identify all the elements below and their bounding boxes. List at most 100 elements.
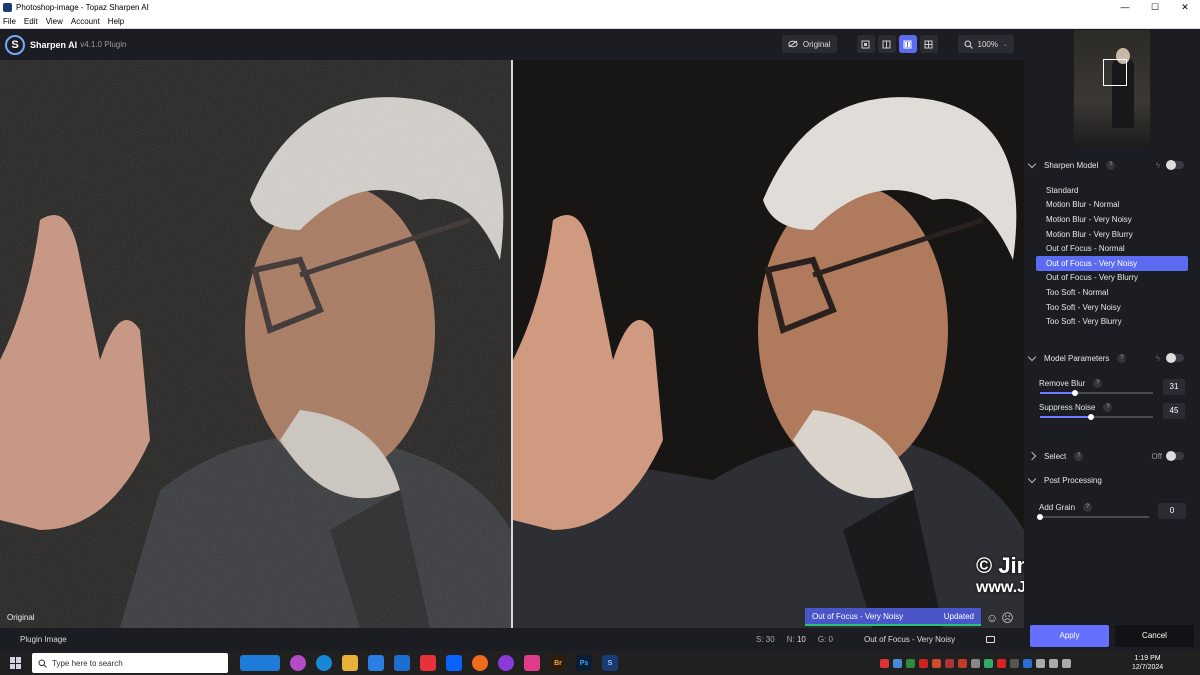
- remove-blur-label: Remove Blur: [1039, 379, 1086, 388]
- minimize-button[interactable]: —: [1110, 0, 1140, 14]
- bridge-icon[interactable]: Br: [550, 655, 566, 671]
- store-icon[interactable]: [368, 655, 384, 671]
- auto-bolt-icon[interactable]: ϟ: [1156, 161, 1160, 170]
- model-motion-blur-very-noisy[interactable]: Motion Blur - Very Noisy: [1036, 212, 1188, 227]
- tray-icon[interactable]: [997, 658, 1006, 668]
- instagram-icon[interactable]: [524, 655, 540, 671]
- battery-icon[interactable]: [1062, 658, 1071, 668]
- plugin-image-label: Plugin Image: [20, 635, 67, 644]
- infinity-app-icon[interactable]: [498, 655, 514, 671]
- tray-icon[interactable]: [919, 658, 928, 668]
- help-icon[interactable]: ?: [1117, 353, 1127, 363]
- taskbar-search[interactable]: Type here to search: [32, 653, 228, 673]
- suppress-noise-value[interactable]: 45: [1163, 403, 1185, 419]
- side-by-side-view-button[interactable]: [898, 35, 917, 53]
- model-too-soft-normal[interactable]: Too Soft - Normal: [1036, 285, 1188, 300]
- select-toggle[interactable]: [1166, 451, 1184, 461]
- menu-help[interactable]: Help: [104, 17, 128, 26]
- file-explorer-icon[interactable]: [342, 655, 358, 671]
- menu-view[interactable]: View: [42, 17, 67, 26]
- ship-widget-icon[interactable]: [240, 655, 280, 671]
- sharpen-ai-taskbar-icon[interactable]: S: [602, 655, 618, 671]
- tray-icon[interactable]: [893, 658, 902, 668]
- close-button[interactable]: ✕: [1170, 0, 1200, 14]
- app-version: v4.1.0 Plugin: [80, 40, 127, 49]
- single-view-button[interactable]: [856, 35, 875, 53]
- suppress-noise-slider-handle[interactable]: [1087, 414, 1094, 420]
- help-icon[interactable]: ?: [1103, 403, 1113, 412]
- add-grain-value[interactable]: 0: [1158, 503, 1186, 519]
- remove-blur-slider[interactable]: [1040, 390, 1153, 396]
- menu-account[interactable]: Account: [67, 17, 104, 26]
- help-icon[interactable]: ?: [1074, 451, 1084, 461]
- model-motion-blur-normal[interactable]: Motion Blur - Normal: [1036, 198, 1188, 213]
- original-preview[interactable]: Original: [0, 60, 511, 628]
- tray-icon[interactable]: [932, 658, 941, 668]
- model-parameters-auto-toggle[interactable]: [1166, 353, 1184, 363]
- chevron-down-icon: [1027, 474, 1037, 483]
- single-view-icon: [861, 40, 870, 48]
- network-icon[interactable]: [1036, 658, 1045, 668]
- tray-icon[interactable]: [971, 658, 980, 668]
- maximize-button[interactable]: ☐: [1140, 0, 1170, 14]
- firefox-icon[interactable]: [472, 655, 488, 671]
- copilot-icon[interactable]: [290, 655, 306, 671]
- model-too-soft-very-noisy[interactable]: Too Soft - Very Noisy: [1036, 300, 1188, 315]
- remove-blur-slider-handle[interactable]: [1072, 390, 1079, 396]
- tray-icon[interactable]: [1010, 658, 1019, 668]
- image-viewer[interactable]: Original Out of Focus - Very Noisy Updat…: [0, 60, 1024, 628]
- help-icon[interactable]: ?: [1106, 160, 1116, 170]
- model-standard[interactable]: Standard: [1036, 183, 1188, 198]
- taskbar-search-placeholder: Type here to search: [52, 658, 123, 668]
- sharpen-model-header[interactable]: Sharpen Model ? ϟ: [1024, 158, 1200, 172]
- show-original-button[interactable]: Original: [781, 35, 837, 53]
- menu-edit[interactable]: Edit: [20, 17, 42, 26]
- model-too-soft-very-blurry[interactable]: Too Soft - Very Blurry: [1036, 314, 1188, 329]
- model-out-of-focus-normal[interactable]: Out of Focus - Normal: [1036, 241, 1188, 256]
- add-grain-slider-handle[interactable]: [1037, 514, 1043, 520]
- suppress-noise-slider[interactable]: [1040, 414, 1153, 420]
- mail-icon[interactable]: [394, 655, 410, 671]
- processed-preview[interactable]: [513, 60, 1024, 628]
- zoom-level: 100%: [977, 39, 998, 49]
- model-motion-blur-very-blurry[interactable]: Motion Blur - Very Blurry: [1036, 227, 1188, 242]
- photoshop-icon[interactable]: Ps: [576, 655, 592, 671]
- navigator-thumbnail[interactable]: [1074, 30, 1150, 148]
- cancel-button[interactable]: Cancel: [1115, 624, 1194, 647]
- help-icon[interactable]: ?: [1083, 503, 1093, 512]
- post-processing-header[interactable]: Post Processing: [1024, 473, 1200, 487]
- volume-icon[interactable]: [1049, 658, 1058, 668]
- tray-icon[interactable]: [945, 658, 954, 668]
- taskbar-clock[interactable]: 1:19 PM 12/7/2024: [1132, 654, 1163, 672]
- model-parameters-header[interactable]: Model Parameters ? ϟ: [1024, 351, 1200, 365]
- tray-icon[interactable]: [880, 658, 889, 668]
- bluetooth-icon[interactable]: [1023, 658, 1032, 668]
- quad-view-button[interactable]: [919, 35, 938, 53]
- model-out-of-focus-very-noisy[interactable]: Out of Focus - Very Noisy: [1036, 255, 1188, 271]
- red-app-icon[interactable]: [420, 655, 436, 671]
- sad-face-icon[interactable]: ☹: [1001, 611, 1014, 625]
- happy-face-icon[interactable]: ☺: [986, 611, 998, 625]
- auto-bolt-icon[interactable]: ϟ: [1156, 354, 1160, 363]
- windows-start-icon[interactable]: [10, 657, 22, 669]
- edge-icon[interactable]: [316, 655, 332, 671]
- model-list: Standard Motion Blur - Normal Motion Blu…: [1036, 183, 1188, 329]
- preview-toggle-icon[interactable]: [986, 636, 995, 643]
- select-header[interactable]: Select ? Off: [1024, 449, 1200, 463]
- select-title: Select: [1044, 451, 1067, 461]
- original-label: Original: [7, 613, 35, 622]
- menu-file[interactable]: File: [0, 17, 20, 26]
- navigator-viewport-box[interactable]: [1103, 59, 1127, 86]
- sharpen-model-auto-toggle[interactable]: [1166, 160, 1184, 170]
- model-out-of-focus-very-blurry[interactable]: Out of Focus - Very Blurry: [1036, 271, 1188, 286]
- add-grain-slider[interactable]: [1037, 514, 1149, 520]
- remove-blur-value[interactable]: 31: [1163, 379, 1185, 395]
- apply-button[interactable]: Apply: [1030, 624, 1109, 647]
- zoom-dropdown[interactable]: 100% ⌄: [957, 35, 1014, 53]
- tray-icon[interactable]: [984, 658, 993, 668]
- tray-icon[interactable]: [906, 658, 915, 668]
- dropbox-icon[interactable]: [446, 655, 462, 671]
- split-view-button[interactable]: [877, 35, 896, 53]
- tray-icon[interactable]: [958, 658, 967, 668]
- help-icon[interactable]: ?: [1093, 379, 1103, 388]
